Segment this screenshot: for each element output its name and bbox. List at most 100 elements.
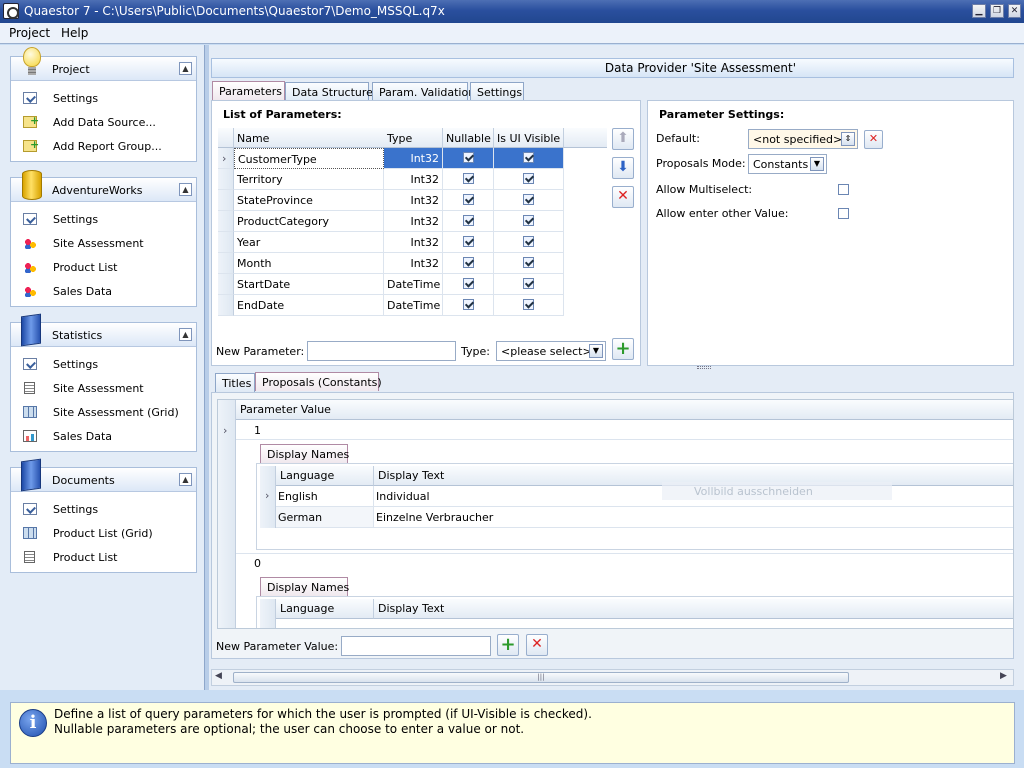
nullable-checkbox[interactable] bbox=[463, 215, 474, 226]
sidebar-item-sales-data[interactable]: Sales Data bbox=[23, 426, 193, 446]
param-type-cell[interactable]: DateTime bbox=[384, 295, 443, 316]
delete-value-button[interactable]: ✕ bbox=[526, 634, 548, 656]
tab-display-names[interactable]: Display Names bbox=[260, 444, 349, 463]
nullable-checkbox[interactable] bbox=[463, 257, 474, 268]
column-header-type[interactable]: Type bbox=[384, 128, 443, 148]
column-header-parameter-value[interactable]: Parameter Value bbox=[236, 400, 1013, 420]
param-name-cell[interactable]: Territory bbox=[234, 169, 384, 190]
param-name-cell[interactable]: Month bbox=[234, 253, 384, 274]
param-name-cell[interactable]: CustomerType bbox=[234, 148, 384, 169]
tab-param-validation[interactable]: Param. Validation bbox=[372, 82, 475, 101]
param-type-cell[interactable]: DateTime bbox=[384, 274, 443, 295]
horizontal-splitter[interactable] bbox=[697, 366, 711, 369]
language-cell[interactable]: English bbox=[276, 486, 374, 507]
row-header[interactable]: › bbox=[218, 148, 234, 169]
scroll-thumb[interactable]: ||| bbox=[233, 672, 849, 683]
enter-other-checkbox[interactable] bbox=[838, 208, 849, 219]
table-row[interactable]: Territory Int32 bbox=[218, 169, 607, 190]
nullable-checkbox[interactable] bbox=[463, 194, 474, 205]
visible-checkbox[interactable] bbox=[523, 173, 534, 184]
sidebar-item-settings[interactable]: Settings bbox=[23, 209, 193, 229]
sidebar-item-product-list-grid[interactable]: Product List (Grid) bbox=[23, 523, 193, 543]
close-button[interactable]: ✕ bbox=[1008, 4, 1021, 18]
maximize-button[interactable]: ❐ bbox=[990, 4, 1004, 18]
row-header[interactable] bbox=[218, 169, 234, 190]
row-header[interactable] bbox=[218, 211, 234, 232]
param-type-cell[interactable]: Int32 bbox=[384, 211, 443, 232]
param-name-cell[interactable]: StartDate bbox=[234, 274, 384, 295]
param-name-cell[interactable]: EndDate bbox=[234, 295, 384, 316]
column-header-visible[interactable]: Is UI Visible bbox=[494, 128, 564, 148]
param-type-cell[interactable]: Int32 bbox=[384, 169, 443, 190]
minimize-button[interactable]: ▁ bbox=[972, 4, 986, 18]
add-value-button[interactable]: + bbox=[497, 634, 519, 656]
sidebar-item-add-report-group[interactable]: Add Report Group... bbox=[23, 136, 193, 156]
sidebar-item-site-assessment-grid[interactable]: Site Assessment (Grid) bbox=[23, 402, 193, 422]
add-parameter-button[interactable]: + bbox=[612, 338, 634, 360]
sidebar-item-product-list[interactable]: Product List bbox=[23, 547, 193, 567]
new-value-input[interactable] bbox=[341, 636, 491, 656]
collapse-icon[interactable]: ▲ bbox=[179, 473, 192, 486]
row-header[interactable] bbox=[218, 253, 234, 274]
table-row[interactable]: Year Int32 bbox=[218, 232, 607, 253]
nullable-checkbox[interactable] bbox=[463, 278, 474, 289]
sidebar-item-add-data-source[interactable]: Add Data Source... bbox=[23, 112, 193, 132]
default-spinner[interactable]: <not specified> ⇕ bbox=[748, 129, 858, 149]
column-header-language[interactable]: Language bbox=[276, 599, 374, 619]
menu-help[interactable]: Help bbox=[61, 26, 88, 40]
tab-proposals[interactable]: Proposals (Constants) bbox=[255, 372, 382, 391]
tab-settings[interactable]: Settings bbox=[470, 82, 524, 101]
proposals-mode-select[interactable]: Constants ▼ bbox=[748, 154, 827, 174]
tab-display-names[interactable]: Display Names bbox=[260, 577, 349, 596]
tab-data-structure[interactable]: Data Structure bbox=[285, 82, 373, 101]
spinner-icon[interactable]: ⇕ bbox=[841, 132, 855, 146]
param-name-cell[interactable]: StateProvince bbox=[234, 190, 384, 211]
clear-default-button[interactable]: ✕ bbox=[864, 130, 883, 149]
table-row[interactable]: ProductCategory Int32 bbox=[218, 211, 607, 232]
new-parameter-input[interactable] bbox=[307, 341, 456, 361]
collapse-icon[interactable]: ▲ bbox=[179, 62, 192, 75]
app-icon[interactable] bbox=[3, 3, 19, 19]
collapse-icon[interactable]: ▲ bbox=[179, 328, 192, 341]
chevron-down-icon[interactable]: ▼ bbox=[589, 344, 603, 358]
row-header[interactable] bbox=[218, 274, 234, 295]
param-type-cell[interactable]: Int32 bbox=[384, 232, 443, 253]
table-row[interactable]: › CustomerType Int32 bbox=[218, 148, 607, 169]
row-header[interactable] bbox=[218, 190, 234, 211]
param-type-cell[interactable]: Int32 bbox=[384, 190, 443, 211]
horizontal-scrollbar[interactable]: ◀ ||| ▶ bbox=[211, 669, 1014, 686]
param-type-cell[interactable]: Int32 bbox=[384, 148, 443, 169]
nullable-checkbox[interactable] bbox=[463, 173, 474, 184]
tab-titles[interactable]: Titles bbox=[215, 373, 255, 392]
visible-checkbox[interactable] bbox=[523, 257, 534, 268]
param-type-cell[interactable]: Int32 bbox=[384, 253, 443, 274]
nullable-checkbox[interactable] bbox=[463, 299, 474, 310]
scroll-right-icon[interactable]: ▶ bbox=[1000, 671, 1007, 681]
sidebar-item-site-assessment[interactable]: Site Assessment bbox=[23, 233, 193, 253]
nullable-checkbox[interactable] bbox=[463, 152, 474, 163]
move-down-button[interactable]: ⬇ bbox=[612, 157, 634, 179]
sidebar-item-site-assessment[interactable]: Site Assessment bbox=[23, 378, 193, 398]
table-row[interactable]: Month Int32 bbox=[218, 253, 607, 274]
tab-parameters[interactable]: Parameters bbox=[212, 81, 285, 100]
param-name-cell[interactable]: Year bbox=[234, 232, 384, 253]
table-row[interactable]: StartDate DateTime bbox=[218, 274, 607, 295]
column-header-language[interactable]: Language bbox=[276, 466, 374, 486]
visible-checkbox[interactable] bbox=[523, 299, 534, 310]
sidebar-item-settings[interactable]: Settings bbox=[23, 499, 193, 519]
nullable-checkbox[interactable] bbox=[463, 236, 474, 247]
menu-project[interactable]: Project bbox=[9, 26, 50, 40]
column-header-display-text[interactable]: Display Text bbox=[374, 599, 1013, 619]
column-header-nullable[interactable]: Nullable bbox=[443, 128, 494, 148]
chevron-down-icon[interactable]: ▼ bbox=[810, 157, 824, 171]
parameter-value-cell[interactable]: 0 bbox=[254, 557, 261, 570]
type-select[interactable]: <please select> ▼ bbox=[496, 341, 606, 361]
param-name-cell[interactable]: ProductCategory bbox=[234, 211, 384, 232]
visible-checkbox[interactable] bbox=[523, 278, 534, 289]
display-text-cell[interactable]: Einzelne Verbraucher bbox=[374, 507, 1013, 528]
scroll-left-icon[interactable]: ◀ bbox=[215, 671, 222, 681]
row-header[interactable] bbox=[218, 295, 234, 316]
visible-checkbox[interactable] bbox=[523, 194, 534, 205]
visible-checkbox[interactable] bbox=[523, 236, 534, 247]
move-up-button[interactable]: ⬆ bbox=[612, 128, 634, 150]
